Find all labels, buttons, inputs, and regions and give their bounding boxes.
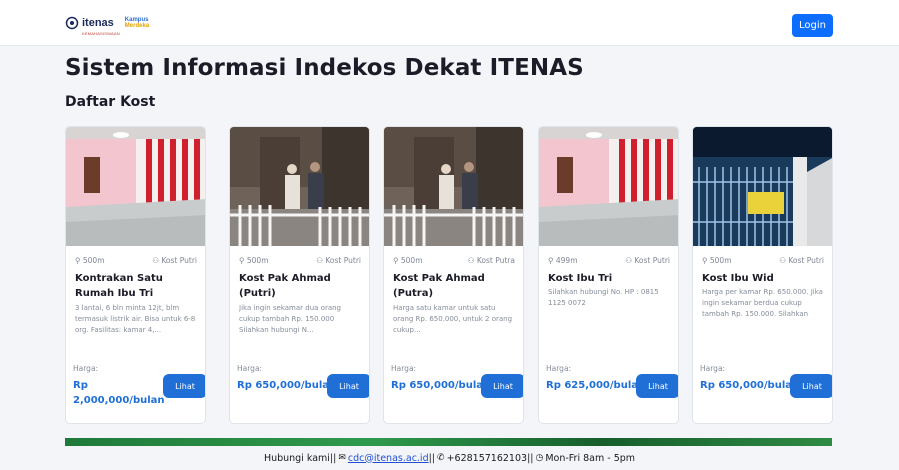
section-title: Daftar Kost xyxy=(65,94,156,110)
price-value: Rp 625,000/bulan xyxy=(546,380,646,391)
distance: ⚲ 500m xyxy=(75,256,105,265)
kost-meta: ⚲ 500m ⚇ Kost Putri xyxy=(75,256,197,268)
people-icon: ⚇ xyxy=(316,256,323,265)
kost-card[interactable]: ⚲ 499m ⚇ Kost Putri Kost Ibu Tri Silahka… xyxy=(538,126,679,424)
kost-description: Silahkan hubungi No. HP : 0815 1125 0072 xyxy=(548,288,659,307)
separator: || xyxy=(527,452,534,464)
view-button[interactable]: Lihat xyxy=(163,374,205,398)
logo-wordmark: itenas KEMAHASISWAAN xyxy=(82,11,120,36)
price-value: Rp 650,000/bulan xyxy=(700,380,800,391)
distance-value: 500m xyxy=(709,256,732,265)
view-button[interactable]: Lihat xyxy=(790,374,832,398)
phone-number: +628157162103 xyxy=(446,452,528,464)
price-label: Harga: xyxy=(237,364,263,373)
price-label: Harga: xyxy=(73,364,99,373)
envelope-icon: ✉ xyxy=(338,453,346,463)
phone-icon: ✆ xyxy=(437,453,445,463)
itenas-emblem-icon xyxy=(65,16,79,30)
distance-value: 499m xyxy=(555,256,578,265)
price-value: Rp 650,000/bulan xyxy=(237,380,337,391)
kost-type-value: Kost Putra xyxy=(476,256,515,265)
view-button[interactable]: Lihat xyxy=(327,374,369,398)
price-value: Rp 2,000,000/bulan xyxy=(73,380,165,406)
distance-value: 500m xyxy=(400,256,423,265)
kost-meta: ⚲ 500m ⚇ Kost Putri xyxy=(702,256,824,268)
kost-description: Harga per kamar Rp. 650.000. Jika ingin … xyxy=(702,288,823,318)
page-title: Sistem Informasi Indekos Dekat ITENAS xyxy=(65,55,584,81)
kost-type: ⚇ Kost Putri xyxy=(152,256,197,265)
kost-name: Kontrakan Satu Rumah Ibu Tri xyxy=(75,273,163,299)
kost-photo xyxy=(230,127,369,246)
kost-card[interactable]: ⚲ 500m ⚇ Kost Putra Kost Pak Ahmad (Putr… xyxy=(383,126,524,424)
distance: ⚲ 500m xyxy=(702,256,732,265)
footer-banner xyxy=(65,438,832,446)
location-pin-icon: ⚲ xyxy=(75,256,81,265)
view-button[interactable]: Lihat xyxy=(481,374,523,398)
kost-type-value: Kost Putri xyxy=(634,256,670,265)
view-button[interactable]: Lihat xyxy=(636,374,678,398)
kost-photo xyxy=(539,127,678,246)
kampus-merdeka-logo: Kampus Merdeka xyxy=(125,17,149,29)
kost-name: Kost Ibu Wid xyxy=(702,273,774,284)
price-label: Harga: xyxy=(700,364,726,373)
kost-card[interactable]: ⚲ 500m ⚇ Kost Putri Kost Pak Ahmad (Putr… xyxy=(229,126,370,424)
kost-card[interactable]: ⚲ 500m ⚇ Kost Putri Kost Ibu Wid Harga p… xyxy=(692,126,833,424)
people-icon: ⚇ xyxy=(152,256,159,265)
kost-type: ⚇ Kost Putri xyxy=(316,256,361,265)
location-pin-icon: ⚲ xyxy=(239,256,245,265)
kost-name: Kost Pak Ahmad (Putra) xyxy=(393,273,485,299)
kost-type-value: Kost Putri xyxy=(161,256,197,265)
price-value: Rp 650,000/bulan xyxy=(391,380,491,391)
people-icon: ⚇ xyxy=(625,256,632,265)
navbar: itenas KEMAHASISWAAN Kampus Merdeka Logi… xyxy=(0,0,899,46)
kost-photo xyxy=(693,127,832,246)
logo-text: itenas xyxy=(82,16,114,29)
distance-value: 500m xyxy=(82,256,105,265)
kost-name: Kost Ibu Tri xyxy=(548,273,613,284)
email-link[interactable]: cdc@itenas.ac.id xyxy=(348,453,429,464)
location-pin-icon: ⚲ xyxy=(548,256,554,265)
kost-photo xyxy=(66,127,205,246)
kost-description: Jika ingin sekamar dua orang cukup tamba… xyxy=(239,304,341,334)
distance-value: 500m xyxy=(246,256,269,265)
logo-subtext: KEMAHASISWAAN xyxy=(82,30,120,36)
location-pin-icon: ⚲ xyxy=(393,256,399,265)
people-icon: ⚇ xyxy=(467,256,475,265)
location-pin-icon: ⚲ xyxy=(702,256,708,265)
contact-label: Hubungi kami|| xyxy=(263,452,337,464)
kost-meta: ⚲ 500m ⚇ Kost Putri xyxy=(239,256,361,268)
kost-type: ⚇ Kost Putri xyxy=(779,256,824,265)
kost-type-value: Kost Putri xyxy=(325,256,361,265)
kost-description: Harga satu kamar untuk satu orang Rp. 65… xyxy=(393,304,513,334)
kampus-merdeka-text-2: Merdeka xyxy=(124,23,150,29)
price-label: Harga: xyxy=(546,364,572,373)
distance: ⚲ 499m xyxy=(548,256,578,265)
separator: || xyxy=(428,452,436,464)
kost-meta: ⚲ 500m ⚇ Kost Putra xyxy=(393,256,515,268)
kost-type-value: Kost Putri xyxy=(788,256,824,265)
login-button[interactable]: Login xyxy=(792,14,833,37)
itenas-logo[interactable]: itenas KEMAHASISWAAN Kampus Merdeka xyxy=(65,11,149,36)
kost-type: ⚇ Kost Putra xyxy=(468,256,515,265)
office-hours: Mon-Fri 8am - 5pm xyxy=(545,452,636,464)
price-label: Harga: xyxy=(391,364,417,373)
distance: ⚲ 500m xyxy=(393,256,423,265)
footer: Hubungi kami|| ✉ cdc@itenas.ac.id || ✆ +… xyxy=(0,446,899,470)
distance: ⚲ 500m xyxy=(239,256,269,265)
clock-icon: ◷ xyxy=(535,453,544,463)
people-icon: ⚇ xyxy=(779,256,786,265)
kost-description: 3 lantai, 6 bln minta 12jt, blm termasuk… xyxy=(75,304,196,334)
kost-photo xyxy=(384,127,523,246)
kost-type: ⚇ Kost Putri xyxy=(625,256,670,265)
kost-meta: ⚲ 499m ⚇ Kost Putri xyxy=(548,256,670,268)
kost-name: Kost Pak Ahmad (Putri) xyxy=(239,273,331,299)
kost-card[interactable]: ⚲ 500m ⚇ Kost Putri Kontrakan Satu Rumah… xyxy=(65,126,206,424)
